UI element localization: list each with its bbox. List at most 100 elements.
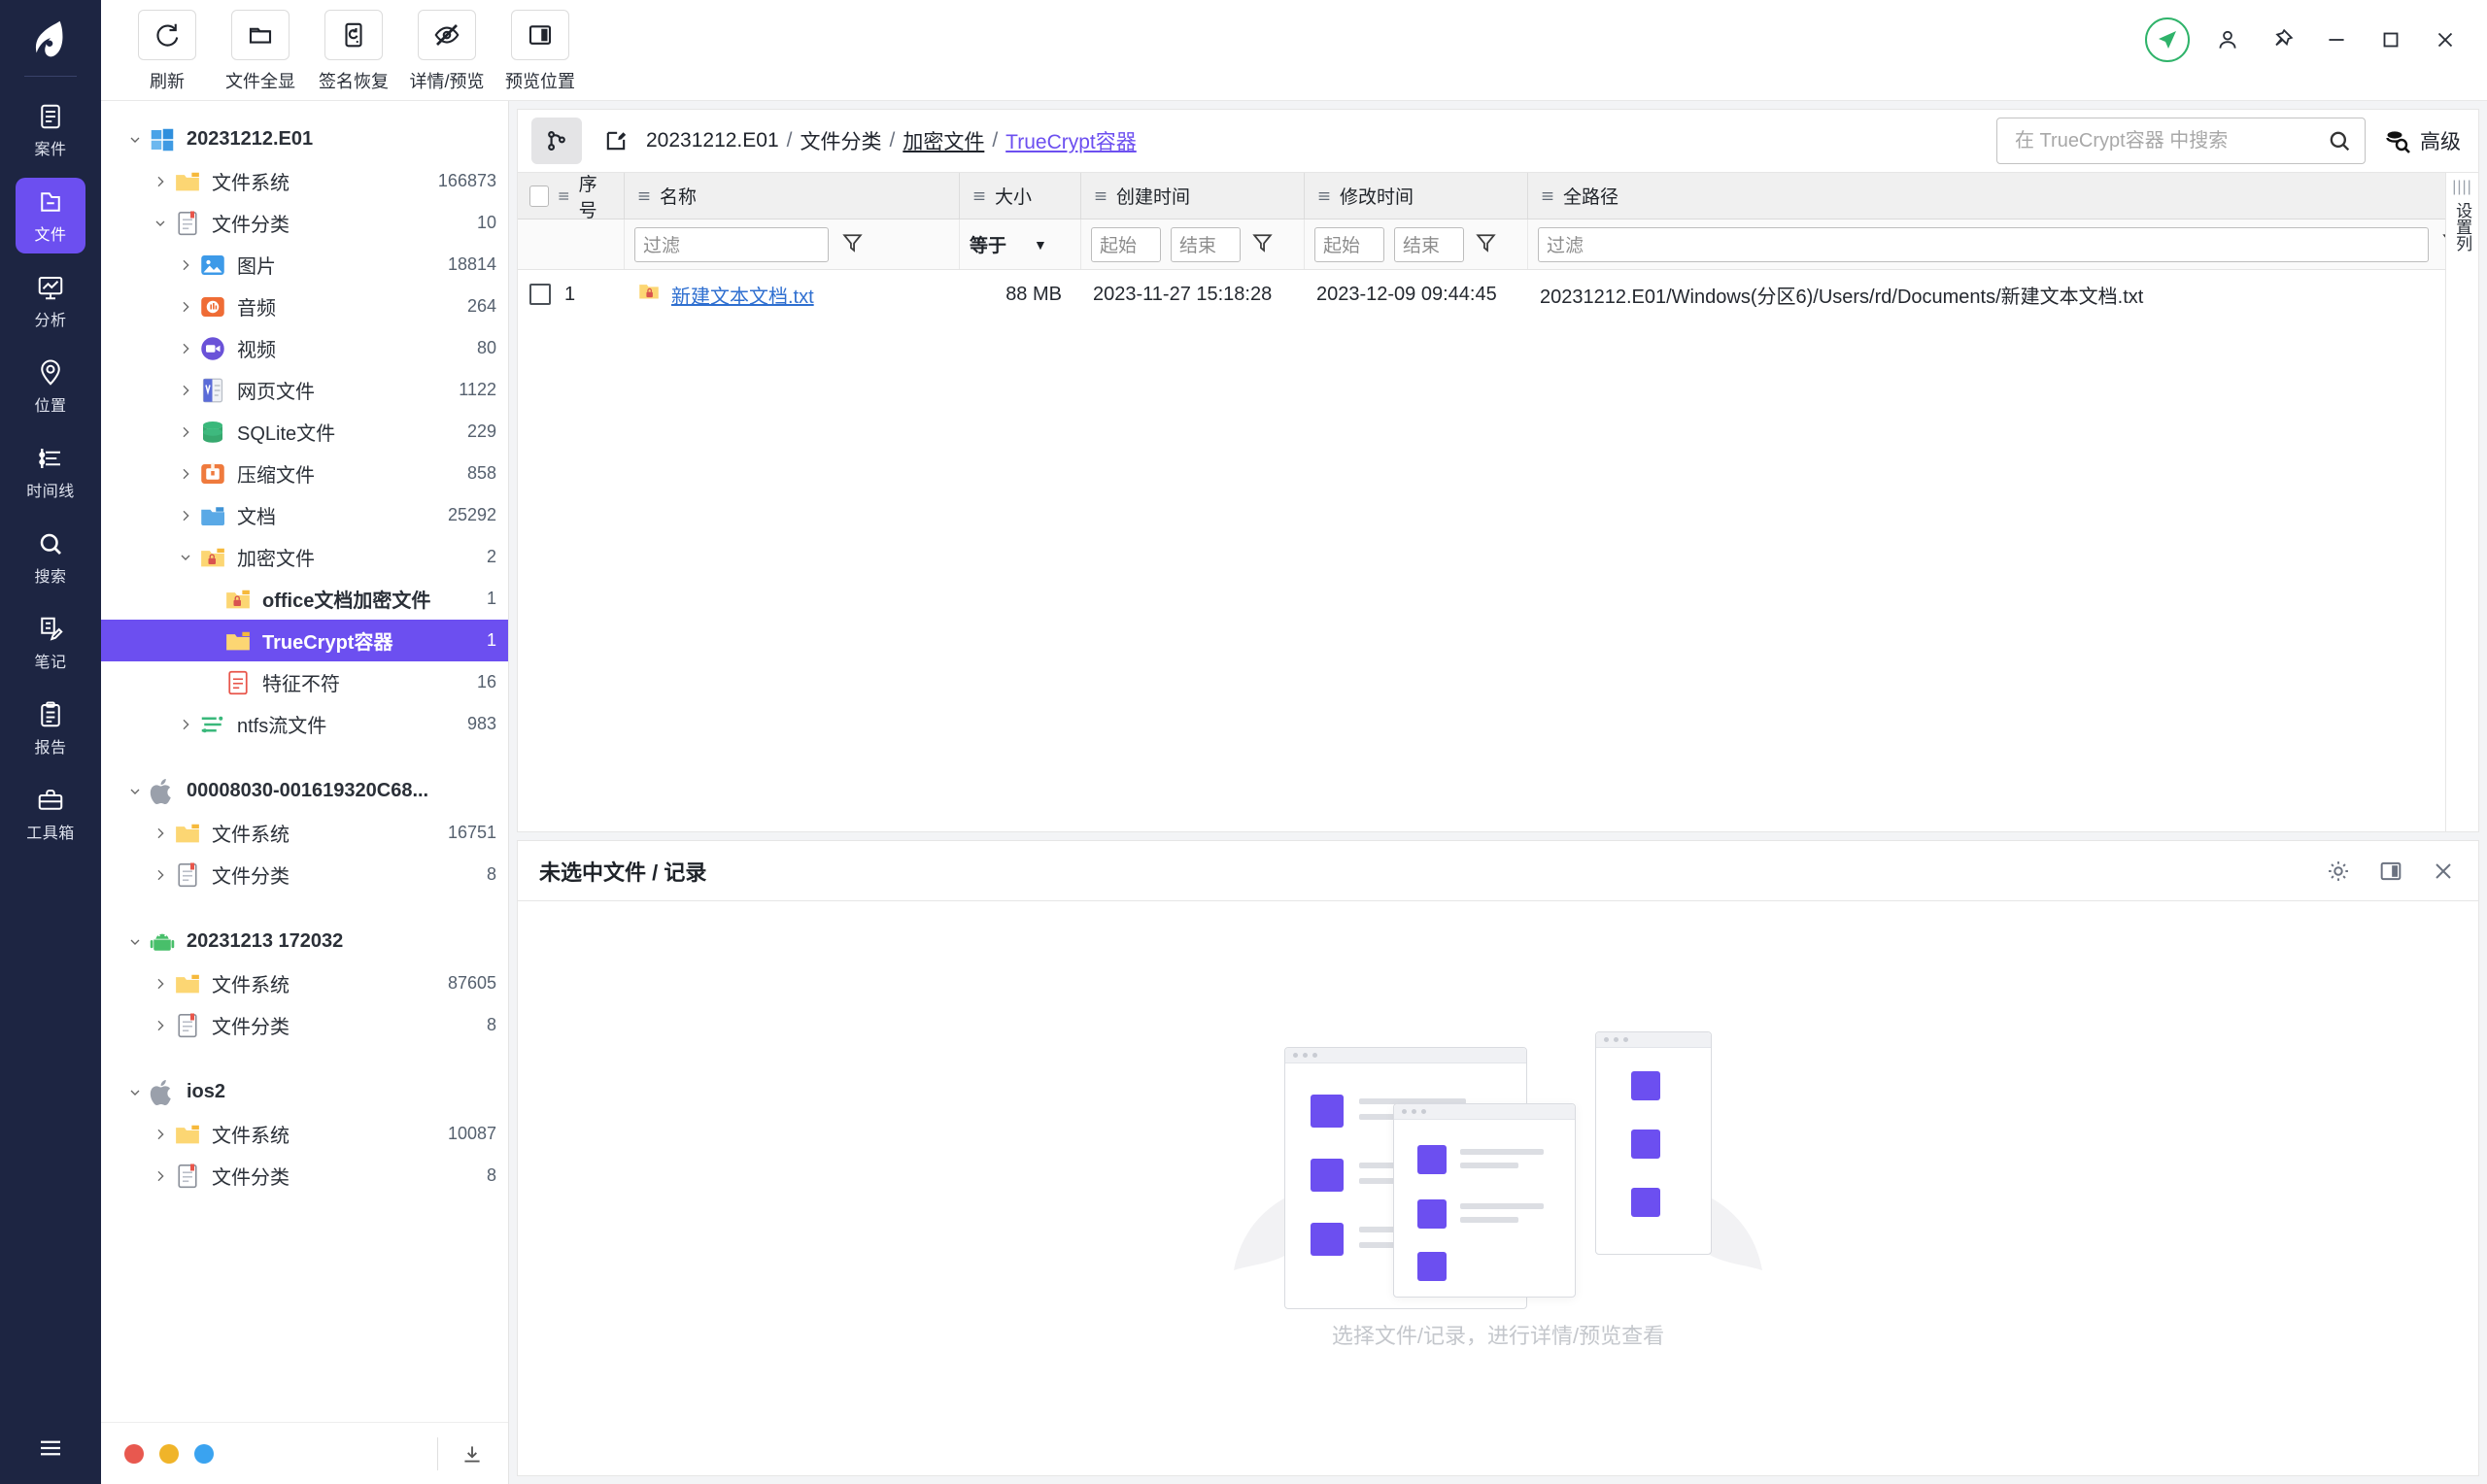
chevron-down-icon[interactable] <box>122 934 148 950</box>
tree-node[interactable]: 文件系统 87605 <box>101 962 508 1004</box>
sidebar-item-case[interactable]: 案件 <box>16 92 85 168</box>
sidebar-item-search[interactable]: 搜索 <box>16 520 85 595</box>
tree-node[interactable]: TrueCrypt容器 1 <box>101 620 508 661</box>
chevron-right-icon[interactable] <box>173 466 198 482</box>
close-icon[interactable] <box>2429 23 2462 56</box>
tree-node[interactable]: SQLite文件 229 <box>101 411 508 453</box>
filter-ctime-end[interactable]: 结束 <box>1171 226 1241 262</box>
filter-path-input[interactable]: 过滤 <box>1538 226 2429 262</box>
chevron-right-icon[interactable] <box>173 257 198 273</box>
tree-node[interactable]: 文件分类 8 <box>101 1155 508 1197</box>
rail-menu-button[interactable] <box>0 1433 101 1463</box>
cell-seq[interactable]: 1 <box>518 270 625 319</box>
filter-mtime-start[interactable]: 起始 <box>1314 226 1384 262</box>
chevron-down-icon[interactable] <box>122 784 148 799</box>
chevron-right-icon[interactable] <box>148 1127 173 1142</box>
sidebar-item-location[interactable]: 位置 <box>16 349 85 424</box>
sidebar-item-toolbox[interactable]: 工具箱 <box>16 776 85 852</box>
chevron-right-icon[interactable] <box>173 717 198 732</box>
tree-node[interactable]: 图片 18814 <box>101 244 508 286</box>
tree-node[interactable]: 文件系统 16751 <box>101 812 508 854</box>
tree-collapse-button[interactable] <box>437 1436 485 1470</box>
sidebar-item-file[interactable]: 文件 <box>16 178 85 253</box>
tree-node[interactable]: 加密文件 2 <box>101 536 508 578</box>
chevron-right-icon[interactable] <box>148 1018 173 1033</box>
breadcrumb-part-truecrypt[interactable]: TrueCrypt容器 <box>1005 126 1137 155</box>
tree-node[interactable]: 网页文件 1122 <box>101 369 508 411</box>
search-box[interactable] <box>1996 118 2366 164</box>
panel-layout-icon[interactable] <box>2377 858 2404 885</box>
select-all-checkbox[interactable] <box>529 185 550 207</box>
chevron-down-icon[interactable] <box>173 550 198 565</box>
tree-node[interactable]: 20231213 172032 <box>101 921 508 962</box>
send-status-icon[interactable] <box>2145 17 2190 62</box>
advanced-search-button[interactable]: 高级 <box>2383 126 2461 155</box>
tree-node[interactable]: ios2 <box>101 1071 508 1113</box>
column-header-size[interactable]: 大小 <box>960 173 1081 219</box>
filter-icon-ctime[interactable] <box>1250 230 1275 259</box>
cell-name-link[interactable]: 新建文本文档.txt <box>671 281 814 309</box>
detail-preview-button[interactable]: 详情/预览 <box>400 10 494 93</box>
filter-ctime-start[interactable]: 起始 <box>1091 226 1161 262</box>
tree-node[interactable]: 00008030-001619320C68... <box>101 770 508 812</box>
chevron-right-icon[interactable] <box>173 508 198 523</box>
tree-node[interactable]: 文件系统 166873 <box>101 160 508 202</box>
maximize-icon[interactable] <box>2374 23 2407 56</box>
signature-restore-button[interactable]: 签名恢复 <box>307 10 400 93</box>
row-checkbox[interactable] <box>529 284 551 305</box>
chevron-right-icon[interactable] <box>148 826 173 841</box>
breadcrumb-part-category[interactable]: 文件分类 <box>800 126 881 155</box>
column-header-name[interactable]: 名称 <box>625 173 960 219</box>
chevron-down-icon[interactable] <box>122 132 148 148</box>
show-all-files-button[interactable]: 文件全显 <box>214 10 307 93</box>
sidebar-item-note[interactable]: 笔记 <box>16 605 85 681</box>
evidence-tree[interactable]: 20231212.E01 文件系统 166873 文件分类 10 图片 18814 音频 264… <box>101 101 508 1422</box>
column-header-ctime[interactable]: 创建时间 <box>1081 173 1305 219</box>
chevron-right-icon[interactable] <box>148 1168 173 1184</box>
tree-node[interactable]: 特征不符 16 <box>101 661 508 703</box>
chevron-right-icon[interactable] <box>173 424 198 440</box>
chevron-right-icon[interactable] <box>173 341 198 356</box>
filter-cell-size[interactable]: 等于 ▼ <box>960 219 1081 269</box>
tree-node[interactable]: 文件分类 8 <box>101 1004 508 1046</box>
pin-icon[interactable] <box>2266 23 2299 56</box>
filter-name-input[interactable]: 过滤 <box>634 226 829 262</box>
tree-node[interactable]: office文档加密文件 1 <box>101 578 508 620</box>
preview-position-button[interactable]: 预览位置 <box>494 10 587 93</box>
tree-node[interactable]: 文件分类 8 <box>101 854 508 895</box>
column-header-mtime[interactable]: 修改时间 <box>1305 173 1528 219</box>
sidebar-item-report[interactable]: 报告 <box>16 691 85 766</box>
cell-name[interactable]: 新建文本文档.txt <box>625 270 960 319</box>
column-header-path[interactable]: 全路径 <box>1528 173 2478 219</box>
chevron-right-icon[interactable] <box>173 383 198 398</box>
edit-icon[interactable] <box>597 122 634 159</box>
chevron-right-icon[interactable] <box>148 867 173 883</box>
tree-node[interactable]: ntfs流文件 983 <box>101 703 508 745</box>
close-icon[interactable] <box>2430 858 2457 885</box>
filter-icon-mtime[interactable] <box>1474 230 1498 259</box>
tree-node[interactable]: 文件系统 10087 <box>101 1113 508 1155</box>
user-icon[interactable] <box>2211 23 2244 56</box>
refresh-button[interactable]: 刷新 <box>120 10 214 93</box>
filter-size-operator[interactable]: 等于 ▼ <box>970 231 1047 257</box>
tree-node[interactable]: 20231212.E01 <box>101 118 508 160</box>
tree-node[interactable]: 视频 80 <box>101 327 508 369</box>
filter-icon-name[interactable] <box>840 230 865 259</box>
filter-mtime-end[interactable]: 结束 <box>1394 226 1464 262</box>
chevron-down-icon[interactable] <box>148 216 173 231</box>
chevron-down-icon[interactable] <box>122 1085 148 1100</box>
breadcrumb-part-encrypted[interactable]: 加密文件 <box>903 126 984 155</box>
column-header-seq[interactable]: 序号 <box>518 173 625 221</box>
sidebar-item-analysis[interactable]: 分析 <box>16 263 85 339</box>
settings-icon[interactable] <box>2325 858 2352 885</box>
sidebar-item-timeline[interactable]: 时间线 <box>16 434 85 510</box>
minimize-icon[interactable] <box>2320 23 2353 56</box>
tree-node[interactable]: 音频 264 <box>101 286 508 327</box>
breadcrumb-root[interactable]: 20231212.E01 <box>646 129 779 152</box>
search-input[interactable] <box>2013 128 2326 153</box>
table-row[interactable]: 1 新建文本文档.txt 88 MB 2023-11-27 15:18:28 2023-… <box>518 270 2478 319</box>
chevron-right-icon[interactable] <box>173 299 198 315</box>
chevron-right-icon[interactable] <box>148 174 173 189</box>
chevron-right-icon[interactable] <box>148 976 173 992</box>
tree-node[interactable]: 文档 25292 <box>101 494 508 536</box>
